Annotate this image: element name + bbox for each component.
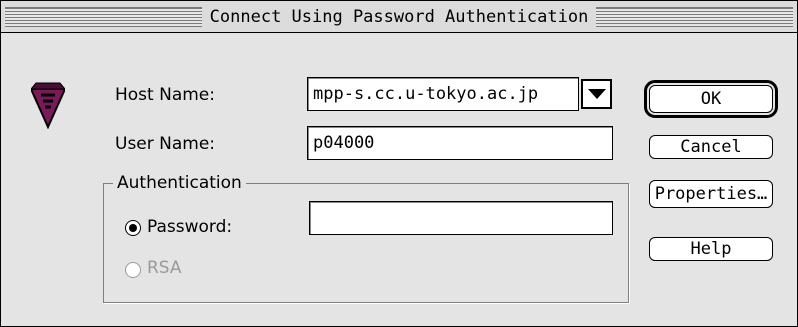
password-radio-label[interactable]: Password: — [147, 217, 232, 237]
chevron-down-icon — [587, 89, 606, 99]
password-radio[interactable] — [125, 220, 141, 236]
title-stripes-right — [596, 6, 794, 27]
user-name-field[interactable]: p04000 — [307, 126, 613, 160]
authentication-group-label: Authentication — [113, 173, 246, 193]
user-name-label: User Name: — [115, 134, 216, 154]
host-dropdown-button[interactable] — [581, 79, 612, 109]
properties-button[interactable]: Properties… — [649, 180, 773, 208]
connect-dialog: Connect Using Password Authentication Ho… — [0, 0, 798, 327]
host-name-field[interactable]: mpp-s.cc.u-tokyo.ac.jp — [307, 77, 579, 111]
title-bar[interactable]: Connect Using Password Authentication — [1, 1, 797, 33]
ok-button[interactable]: OK — [644, 80, 778, 118]
app-logo-icon — [31, 82, 65, 129]
cancel-button[interactable]: Cancel — [649, 135, 773, 159]
help-button[interactable]: Help — [649, 237, 773, 261]
host-name-label: Host Name: — [115, 85, 215, 105]
title-stripes-left — [5, 6, 202, 27]
dialog-title: Connect Using Password Authentication — [209, 6, 589, 27]
rsa-radio — [125, 262, 141, 278]
password-field[interactable] — [309, 201, 613, 235]
rsa-radio-label: RSA — [147, 258, 182, 278]
